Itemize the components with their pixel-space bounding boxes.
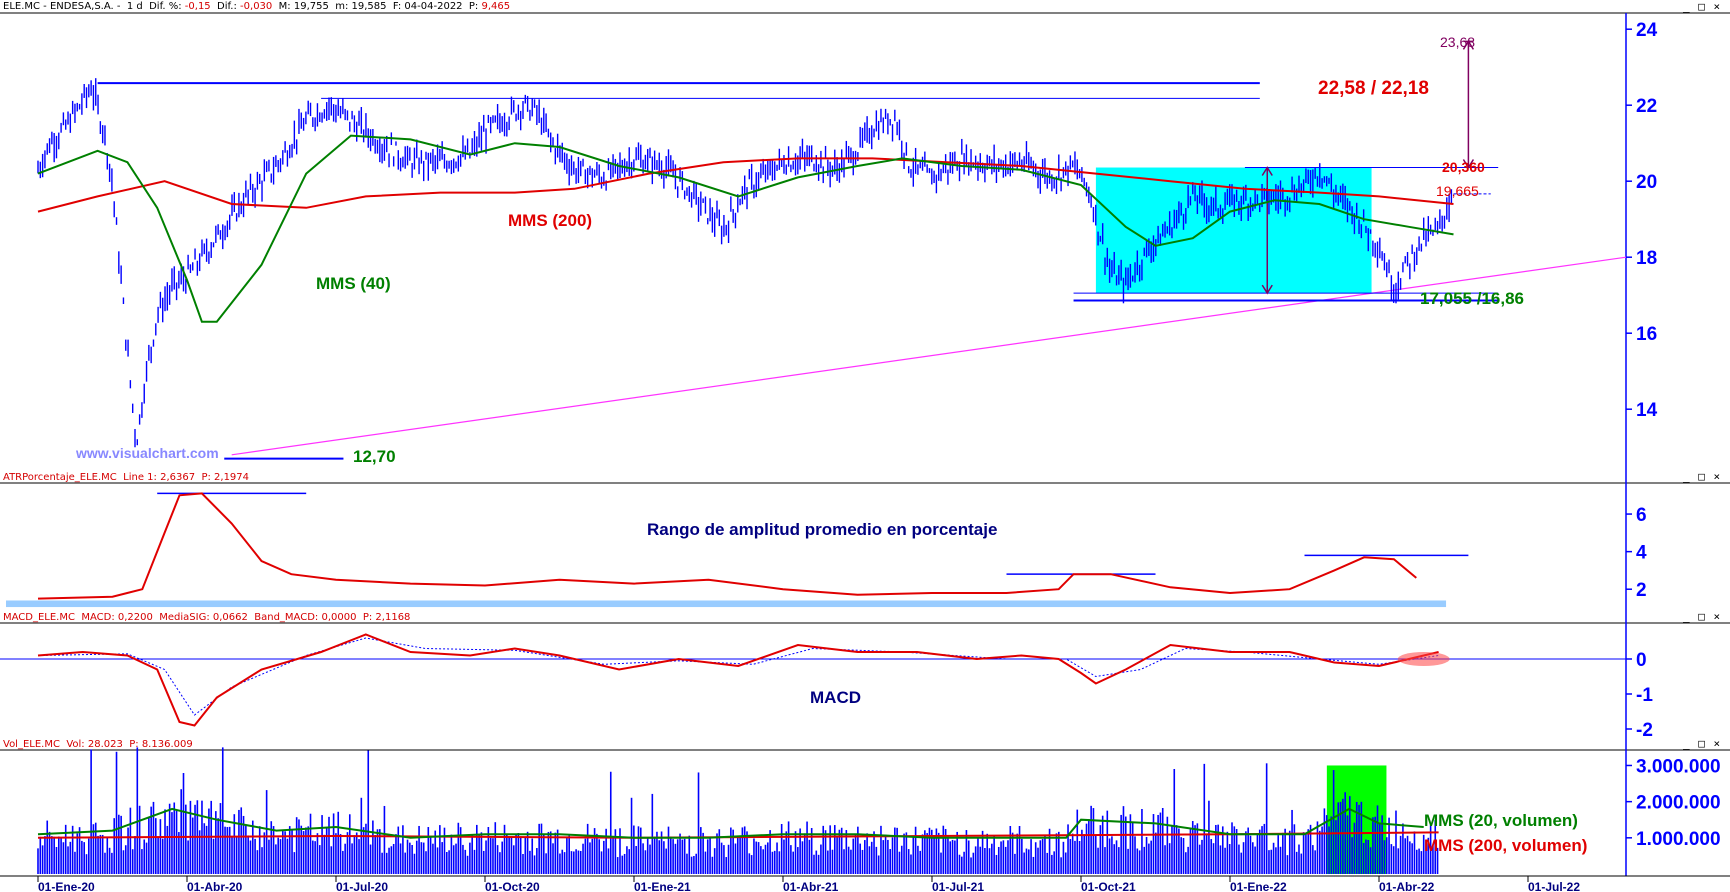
x-tick-label: 01-Abr-22 [1379,880,1435,892]
last-price-label: 19,665 [1436,183,1479,199]
atr-header-p-label: P: [201,472,211,483]
macd-panel[interactable] [0,633,1626,727]
macd-header-band-label: Band_MACD: [254,612,319,623]
y-tick-label: 24 [1636,20,1658,41]
x-tick-label: 01-Abr-20 [187,880,243,892]
atr-header-line-value: 2,6367 [160,472,196,483]
macd-header: MACD_ELE.MC MACD: 0,2200 MediaSIG: 0,066… [3,612,410,623]
header-max-label: M: [278,1,291,12]
chart-canvas: 2422201816146420-1-23.000.0002.000.0001.… [0,12,1730,892]
atr-header-name: ATRPorcentaje_ELE.MC [3,472,117,483]
y-tick-label: 20 [1636,172,1657,193]
watermark: www.visualchart.com [75,445,219,461]
header-difpct-label: Dif. %: [149,1,182,12]
atr-window-buttons[interactable]: _ □ × [1683,470,1721,483]
x-tick-label: 01-Jul-21 [932,880,984,892]
atr-panel[interactable] [6,492,1469,608]
header-min-label: m: [335,1,349,12]
price-window-buttons[interactable]: _ □ × [1683,0,1721,13]
atr-title: Rango de amplitud promedio en porcentaje [647,520,997,539]
header-date-label: F: [392,1,402,12]
mms200-label: MMS (200) [508,211,592,230]
y-tick-label: 6 [1636,505,1647,526]
macd-header-macd-label: MACD: [81,612,115,623]
low-label: 12,70 [353,447,396,466]
header-dif-label: Dif.: [217,1,237,12]
mms40-label: MMS (40) [316,274,391,293]
x-tick-label: 01-Jul-22 [1528,880,1580,892]
y-tick-label: -2 [1636,720,1653,741]
vol-header-vol-value: 28.023 [87,739,123,750]
header-min-value: 19,585 [351,1,387,12]
vol-header-p-label: P: [129,739,139,750]
panel-frames [0,12,1730,877]
vol-header-p-value: 8.136.009 [141,739,193,750]
macd-title: MACD [810,688,861,707]
x-tick-label: 01-Ene-22 [1230,880,1287,892]
vol-header: Vol_ELE.MC Vol: 28.023 P: 8.136.009 [3,739,193,750]
x-tick-label: 01-Ene-21 [634,880,691,892]
x-tick-label: 01-Oct-21 [1081,880,1136,892]
header-period: 1 d [126,1,143,12]
macd-header-band-value: 0,0000 [321,612,357,623]
box-top-label: 20,360 [1442,159,1485,175]
y-tick-label: 0 [1636,650,1647,671]
trendline [231,256,1627,456]
macd-header-sig-label: MediaSIG: [159,612,210,623]
y-tick-label: 18 [1636,248,1657,269]
vol-mms20-label: MMS (20, volumen) [1424,811,1578,830]
atr-header: ATRPorcentaje_ELE.MC Line 1: 2,6367 P: 2… [3,472,249,483]
macd-window-buttons[interactable]: _ □ × [1683,610,1721,623]
header-dif-value: -0,030 [240,1,273,12]
macd-highlight [1397,652,1450,666]
macd-header-sig-value: 0,0662 [212,612,248,623]
atr-band [6,600,1447,608]
macd-header-p-value: 2,1168 [375,612,411,623]
x-tick-label: 01-Jul-20 [336,880,388,892]
atr-header-line-label: Line 1: [123,472,157,483]
price-header: ELE.MC - ENDESA,S.A. - 1 d Dif. %: -0,15… [3,1,510,12]
vol-window-buttons[interactable]: _ □ × [1683,737,1721,750]
target-label: 23,68 [1440,34,1475,50]
x-tick-label: 01-Ene-20 [38,880,95,892]
vol-header-vol-label: Vol: [66,739,85,750]
header-p-label: P: [468,1,479,12]
x-tick-label: 01-Abr-21 [783,880,839,892]
vol-mms200-label: MMS (200, volumen) [1424,836,1587,855]
x-tick-label: 01-Oct-20 [485,880,540,892]
y-tick-label: 22 [1636,96,1657,117]
y-tick-label: -1 [1636,685,1653,706]
support-label: 17,055 /16,86 [1420,289,1524,308]
volume-panel[interactable] [37,747,1439,874]
macd-header-macd-value: 0,2200 [117,612,153,623]
macd-header-p-label: P: [362,612,373,623]
price-panel[interactable] [37,39,1627,460]
atr-line [37,492,1417,600]
macd-signal-line [37,637,1439,716]
header-difpct-value: -0,15 [184,1,211,12]
y-tick-label: 14 [1636,400,1658,421]
y-tick-label: 1.000.000 [1636,829,1721,850]
y-tick-label: 3.000.000 [1636,756,1721,777]
y-tick-label: 4 [1636,543,1647,564]
macd-header-name: MACD_ELE.MC [3,612,75,623]
y-tick-label: 2.000.000 [1636,793,1721,814]
header-symbol: ELE.MC - ENDESA,S.A. - [3,1,121,12]
atr-header-p-value: 2,1974 [214,472,250,483]
header-date-value: 04-04-2022 [404,1,463,12]
header-max-value: 19,755 [293,1,329,12]
vol-header-name: Vol_ELE.MC [3,739,60,750]
y-tick-label: 2 [1636,580,1647,601]
y-tick-label: 16 [1636,324,1657,345]
resistance-label: 22,58 / 22,18 [1318,78,1429,99]
header-p-value: 9,465 [481,1,511,12]
